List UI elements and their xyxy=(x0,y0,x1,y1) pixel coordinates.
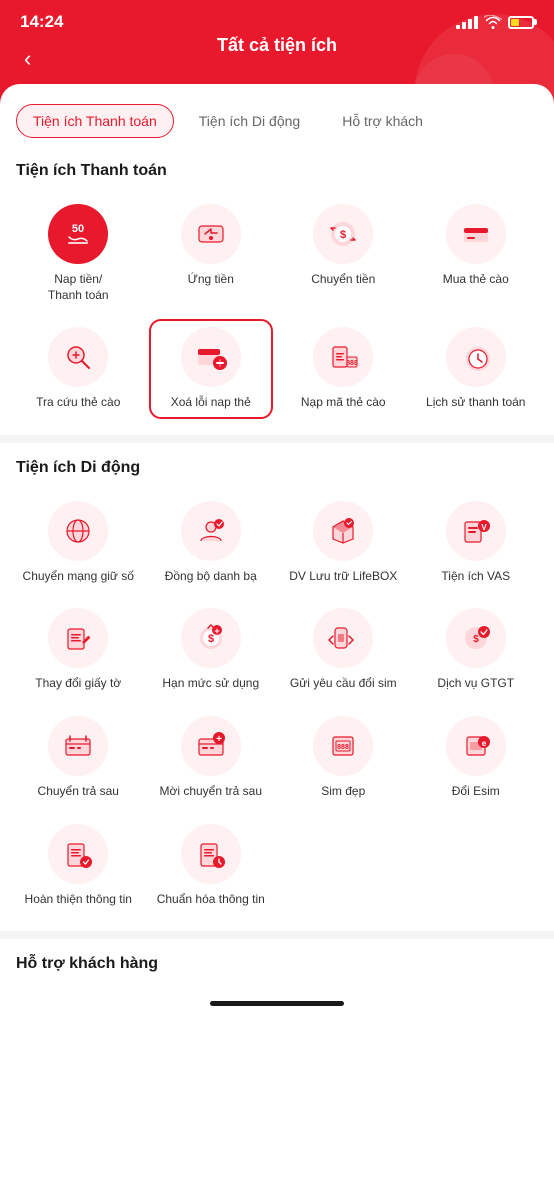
list-item[interactable]: 50 Nap tiền/Thanh toán xyxy=(16,196,141,311)
esim-label: Đổi Esim xyxy=(452,784,500,800)
list-item[interactable]: Thay đổi giấy tờ xyxy=(16,600,141,700)
ung-tien-label: Ứng tiền xyxy=(188,272,234,288)
list-item[interactable]: Ứng tiền xyxy=(149,196,274,311)
list-item[interactable]: V Tiện ích VAS xyxy=(414,493,539,593)
support-section-title: Hỗ trợ khách hàng xyxy=(16,955,538,973)
xoa-loi-icon xyxy=(181,327,241,387)
mobile-section-title: Tiện ích Di động xyxy=(16,459,538,477)
home-indicator xyxy=(210,1001,344,1006)
hoan-thien-label: Hoàn thiện thông tin xyxy=(25,892,132,908)
list-item[interactable]: Chuẩn hóa thông tin xyxy=(149,816,274,916)
list-item[interactable]: Chuyển trả sau xyxy=(16,708,141,808)
list-item[interactable]: 888 Sim đẹp xyxy=(281,708,406,808)
svg-text:V: V xyxy=(481,523,487,532)
chuan-hoa-label: Chuẩn hóa thông tin xyxy=(157,892,265,908)
wifi-icon xyxy=(484,15,502,29)
list-item[interactable]: Mua thẻ cào xyxy=(414,196,539,311)
section-divider xyxy=(0,435,554,443)
list-item[interactable]: Tra cứu thẻ cào xyxy=(16,319,141,419)
status-icons xyxy=(456,15,534,29)
mobile-grid: Chuyển mạng giữ số Đồng bộ danh bạ xyxy=(16,493,538,915)
chuyen-tra-sau-icon xyxy=(48,716,108,776)
tra-cuu-icon xyxy=(48,327,108,387)
thay-doi-icon xyxy=(48,608,108,668)
tab-payment[interactable]: Tiện ích Thanh toán xyxy=(16,104,174,138)
list-item[interactable]: Đồng bộ danh bạ xyxy=(149,493,274,593)
svg-text:50: 50 xyxy=(72,223,84,235)
list-item[interactable]: $ Chuyển tiền xyxy=(281,196,406,311)
svg-text:+: + xyxy=(216,734,222,745)
moi-chuyen-label: Mời chuyển trả sau xyxy=(159,784,262,800)
header-title: Tất cả tiện ích xyxy=(217,35,337,56)
svg-text:e: e xyxy=(482,739,487,748)
list-item[interactable]: Xoá lỗi nap thẻ xyxy=(149,319,274,419)
svg-text:$: $ xyxy=(208,633,214,645)
lich-su-label: Lịch sử thanh toán xyxy=(426,395,525,411)
vas-label: Tiện ích VAS xyxy=(441,569,510,585)
thay-doi-label: Thay đổi giấy tờ xyxy=(35,676,121,692)
main-content: Tiện ích Thanh toán Tiện ích Di động Hỗ … xyxy=(0,84,554,1200)
list-item[interactable]: Chuyển mạng giữ số xyxy=(16,493,141,593)
nap-tien-label: Nap tiền/Thanh toán xyxy=(48,272,109,303)
esim-icon: e xyxy=(446,716,506,776)
gtgt-icon: $ xyxy=(446,608,506,668)
signal-icon xyxy=(456,16,478,29)
battery-icon xyxy=(508,16,534,29)
list-item[interactable]: $ Dịch vụ GTGT xyxy=(414,600,539,700)
list-item[interactable]: e Đổi Esim xyxy=(414,708,539,808)
payment-grid: 50 Nap tiền/Thanh toán Ứng tiền xyxy=(16,196,538,419)
chuyen-tien-icon: $ xyxy=(313,204,373,264)
chuyen-tien-label: Chuyển tiền xyxy=(311,272,375,288)
list-item[interactable]: $ + Hạn mức sử dụng xyxy=(149,600,274,700)
dong-bo-label: Đồng bộ danh bạ xyxy=(165,569,257,585)
list-item[interactable]: + Mời chuyển trả sau xyxy=(149,708,274,808)
lifebox-icon xyxy=(313,501,373,561)
svg-text:888: 888 xyxy=(346,360,358,367)
doi-sim-icon xyxy=(313,608,373,668)
list-item[interactable]: 888 Nạp mã thẻ cào xyxy=(281,319,406,419)
status-time: 14:24 xyxy=(20,12,63,32)
list-item[interactable]: DV Lưu trữ LifeBOX xyxy=(281,493,406,593)
sim-dep-label: Sim đẹp xyxy=(321,784,365,800)
nap-ma-label: Nạp mã thẻ cào xyxy=(301,395,386,411)
tab-support[interactable]: Hỗ trợ khách xyxy=(325,104,440,138)
svg-text:888: 888 xyxy=(337,744,349,751)
doi-sim-label: Gửi yêu cầu đổi sim xyxy=(290,676,397,692)
gtgt-label: Dịch vụ GTGT xyxy=(437,676,514,692)
xoa-loi-label: Xoá lỗi nap thẻ xyxy=(171,395,251,411)
chuyen-tra-sau-label: Chuyển trả sau xyxy=(38,784,119,800)
tabs-container: Tiện ích Thanh toán Tiện ích Di động Hỗ … xyxy=(16,104,538,138)
tab-mobile[interactable]: Tiện ích Di động xyxy=(182,104,317,138)
nap-tien-icon: 50 xyxy=(48,204,108,264)
han-muc-label: Hạn mức sử dụng xyxy=(162,676,259,692)
lifebox-label: DV Lưu trữ LifeBOX xyxy=(289,569,397,585)
han-muc-icon: $ + xyxy=(181,608,241,668)
list-item[interactable]: Gửi yêu cầu đổi sim xyxy=(281,600,406,700)
mua-the-cao-label: Mua thẻ cào xyxy=(443,272,509,288)
tra-cuu-label: Tra cứu thẻ cào xyxy=(36,395,120,411)
svg-text:$: $ xyxy=(340,229,346,241)
chuan-hoa-icon xyxy=(181,824,241,884)
nap-ma-icon: 888 xyxy=(313,327,373,387)
dong-bo-icon xyxy=(181,501,241,561)
moi-chuyen-icon: + xyxy=(181,716,241,776)
list-item[interactable]: Hoàn thiện thông tin xyxy=(16,816,141,916)
section-divider-2 xyxy=(0,931,554,939)
hoan-thien-icon xyxy=(48,824,108,884)
bottom-indicator xyxy=(16,989,538,1018)
svg-text:$: $ xyxy=(473,634,479,645)
list-item[interactable]: Lịch sử thanh toán xyxy=(414,319,539,419)
back-button[interactable]: ‹ xyxy=(16,38,39,80)
lich-su-icon xyxy=(446,327,506,387)
sim-dep-icon: 888 xyxy=(313,716,373,776)
vas-icon: V xyxy=(446,501,506,561)
svg-text:+: + xyxy=(214,626,219,636)
chuyen-mang-label: Chuyển mạng giữ số xyxy=(23,569,134,585)
ung-tien-icon xyxy=(181,204,241,264)
payment-section-title: Tiện ích Thanh toán xyxy=(16,162,538,180)
chuyen-mang-icon xyxy=(48,501,108,561)
mua-the-cao-icon xyxy=(446,204,506,264)
